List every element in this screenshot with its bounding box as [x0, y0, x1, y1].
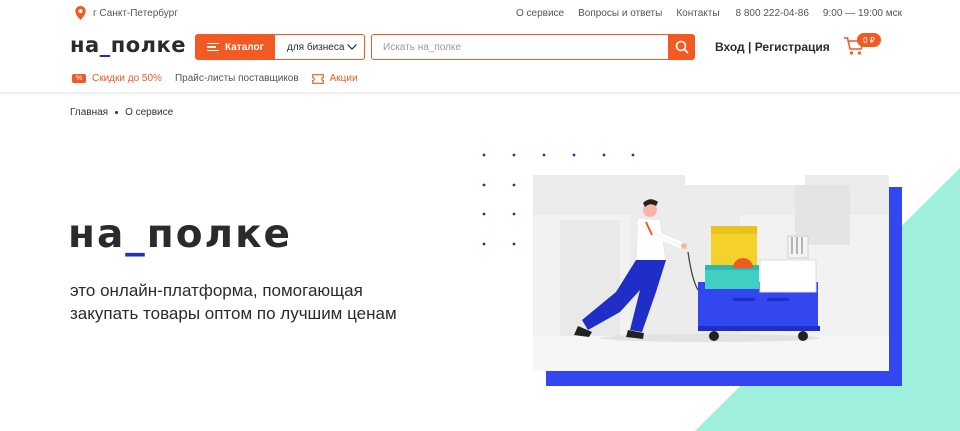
catalog-button[interactable]: Каталог [195, 34, 275, 60]
promos-label: Акции [329, 73, 358, 84]
catalog-label: Каталог [225, 41, 264, 53]
burger-menu-icon [207, 42, 219, 52]
discounts-label: Скидки до 50% [92, 73, 162, 84]
pricelists-link[interactable]: Прайс-листы поставщиков [175, 73, 299, 84]
working-hours: 9:00 — 19:00 мск [822, 8, 902, 19]
discounts-link[interactable]: % Скидки до 50% [72, 73, 162, 84]
breadcrumb-home[interactable]: Главная [70, 107, 108, 118]
tagline-line-1: это онлайн-платформа, помогающая [70, 281, 363, 300]
hero-logo: на_полке [68, 212, 292, 257]
business-select-value: для бизнеса [287, 41, 345, 53]
search-input[interactable]: Искать на_полке [371, 34, 669, 60]
pricelists-label: Прайс-листы поставщиков [174, 73, 299, 84]
top-links: О сервисе Вопросы и ответы Контакты 8 80… [516, 8, 902, 19]
top-bar: г Санкт-Петербург О сервисе Вопросы и от… [0, 0, 960, 28]
breadcrumb-current: О сервисе [125, 107, 174, 118]
phone-number[interactable]: 8 800 222-04-86 [736, 8, 809, 19]
hero-tagline: это онлайн-платформа, помогающая закупат… [70, 279, 450, 325]
hero-illustration [482, 153, 960, 431]
link-faq[interactable]: Вопросы и ответы [578, 8, 662, 19]
header-divider [0, 92, 960, 96]
tagline-line-2: закупать товары оптом по лучшим ценам [70, 304, 397, 323]
business-select[interactable]: для бизнеса [275, 34, 365, 60]
cart-total-badge[interactable]: 0 ₽ [857, 33, 881, 47]
link-contacts[interactable]: Контакты [676, 8, 719, 19]
search-placeholder: Искать на_полке [383, 41, 461, 53]
login-register-link[interactable]: Вход | Регистрация [715, 40, 830, 54]
city-selector[interactable]: г Санкт-Петербург [75, 6, 178, 20]
percent-badge-icon: % [72, 74, 86, 83]
ticket-icon [311, 73, 324, 84]
site-logo[interactable]: на_полке [70, 33, 186, 57]
breadcrumb-separator [115, 111, 119, 114]
sub-navigation: % Скидки до 50% Прайс-листы поставщиков … [72, 73, 371, 84]
promos-link[interactable]: Акции [311, 73, 358, 84]
search-button[interactable] [668, 34, 695, 60]
link-about[interactable]: О сервисе [516, 8, 564, 19]
chevron-down-icon [347, 44, 357, 50]
city-label: г Санкт-Петербург [93, 7, 178, 19]
breadcrumb: Главная О сервисе [70, 107, 173, 118]
location-pin-icon [75, 6, 86, 20]
search-icon [675, 40, 689, 54]
